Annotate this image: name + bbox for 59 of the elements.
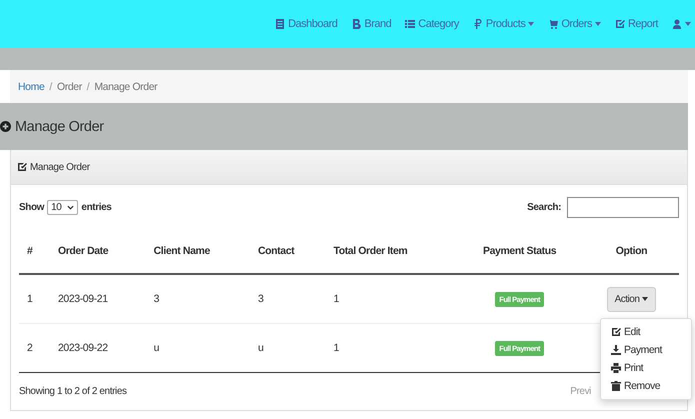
breadcrumb-item: Order <box>56 80 82 92</box>
breadcrumb-item: Manage Order <box>94 80 158 92</box>
search-field[interactable] <box>567 196 679 218</box>
table-cell: 3 <box>250 274 326 324</box>
nav-link[interactable]: Orders <box>548 18 601 30</box>
column-header: Client Name <box>146 229 250 274</box>
previous-link[interactable]: Previ <box>570 386 591 396</box>
list-icon <box>275 19 286 29</box>
page-length-select[interactable]: 10 <box>47 200 78 214</box>
table-cell: 1 <box>325 324 456 372</box>
cart-icon <box>548 19 558 29</box>
menu-item[interactable]: Payment <box>601 341 691 359</box>
length-label: entries <box>81 202 112 212</box>
table-cell: 2023-09-22 <box>50 324 146 372</box>
table-cell: 3 <box>146 274 250 324</box>
user-menu-button[interactable] <box>672 19 691 29</box>
user-icon <box>672 19 682 29</box>
caret-icon <box>642 297 648 301</box>
table-cell: u <box>250 324 326 372</box>
chevron-down-icon <box>67 204 74 210</box>
breadcrumb-separator: / <box>49 80 52 92</box>
column-header: # <box>19 229 50 274</box>
caret-icon <box>685 22 691 26</box>
action-button[interactable]: Action <box>606 286 656 312</box>
nav-link[interactable]: Brand <box>351 18 392 30</box>
menu-item[interactable]: Remove <box>601 377 691 395</box>
breadcrumb-link[interactable]: Home <box>18 80 44 92</box>
column-header: Payment Status <box>455 229 584 274</box>
table-cell: 1 <box>19 274 50 324</box>
nav-link[interactable]: Products <box>472 18 534 30</box>
table-cell: u <box>146 324 250 372</box>
trash-icon <box>611 381 621 391</box>
download-icon <box>611 345 621 355</box>
nav-link[interactable]: Report <box>614 18 658 30</box>
page-title: Manage Order <box>15 118 104 134</box>
caret-icon <box>594 22 601 26</box>
nav-link[interactable]: Category <box>405 18 459 30</box>
search-label: Search: <box>527 202 561 212</box>
panel-title: Manage Order <box>30 162 90 172</box>
edit-icon <box>17 162 27 172</box>
column-header: Option <box>584 229 679 274</box>
table-cell: 2023-09-21 <box>50 274 146 324</box>
menu-item[interactable]: Print <box>601 359 691 377</box>
checkbox-icon <box>614 19 625 29</box>
table-cell: 2 <box>19 324 50 372</box>
breadcrumb-separator: / <box>86 80 90 92</box>
menu-item[interactable]: Edit <box>601 323 691 341</box>
column-header: Order Date <box>50 229 146 274</box>
printer-icon <box>611 363 621 373</box>
nav-link[interactable]: Dashboard <box>275 18 338 30</box>
table-cell: 1 <box>325 274 456 324</box>
edit-icon <box>611 327 621 337</box>
caret-icon <box>528 22 534 26</box>
column-header: Contact <box>250 229 326 274</box>
table-info: Showing 1 to 2 of 2 entries <box>19 386 127 396</box>
ruble-icon <box>472 19 483 29</box>
column-header: Total Order Item <box>325 229 456 274</box>
list-icon <box>405 19 416 29</box>
length-label: Show <box>19 202 44 212</box>
